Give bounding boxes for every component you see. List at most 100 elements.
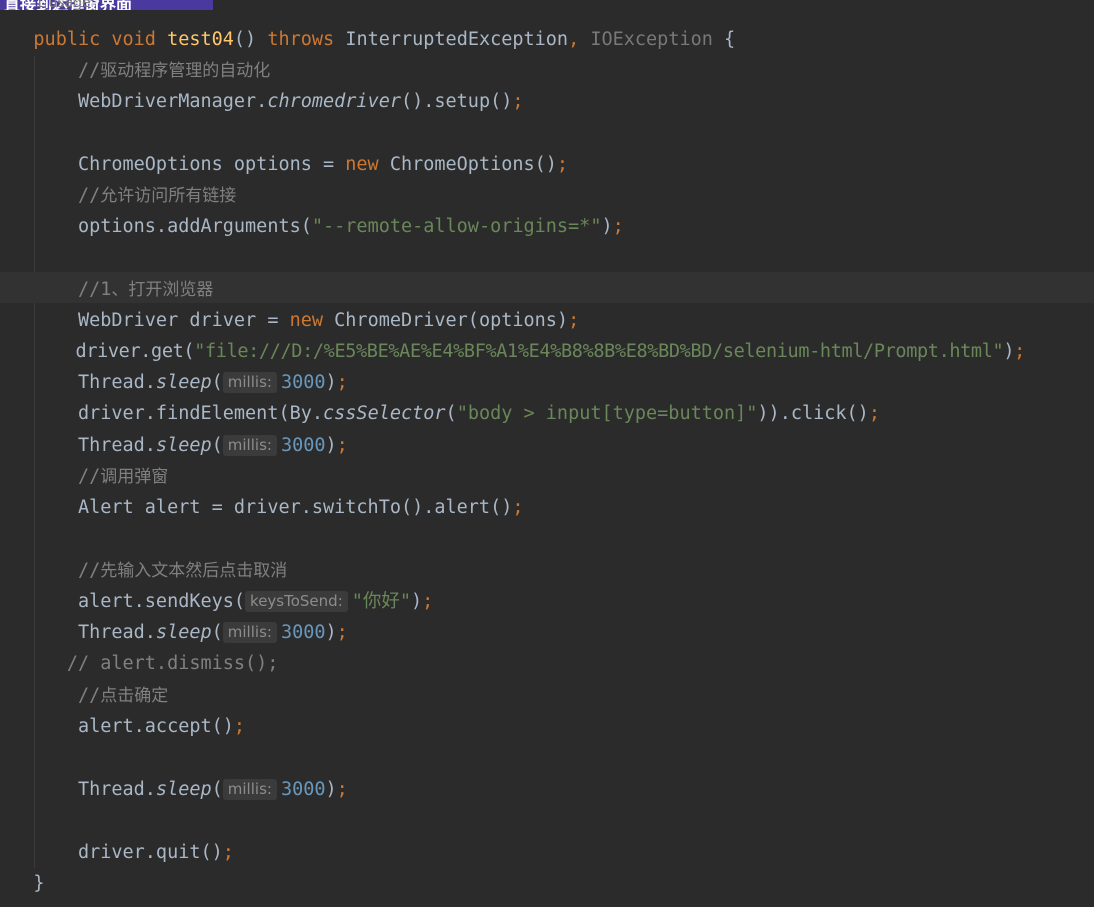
semicolon: ; [612, 216, 624, 237]
comment-text: 调用弹窗 [100, 467, 169, 487]
code-text: ) [325, 372, 337, 393]
code-text: ChromeOptions options = [77, 154, 346, 175]
code-text: ( [211, 622, 223, 643]
code-editor[interactable]: 直接到达弹窗界面 1 usage public void test04() th… [0, 0, 1094, 907]
code-line[interactable]: driver.findElement(By.cssSelector("body … [0, 398, 1094, 429]
closing-brace: } [33, 873, 45, 894]
code-line[interactable]: alert.sendKeys(keysToSend: "你好"); [0, 586, 1094, 617]
code-line[interactable]: WebDriver driver = new ChromeDriver(opti… [0, 305, 1094, 336]
code-text: ().setup() [400, 91, 513, 112]
static-method: cssSelector [323, 403, 446, 424]
comment-text: 驱动程序管理的自动化 [100, 61, 271, 81]
code-line[interactable]: ChromeOptions options = new ChromeOption… [0, 149, 1094, 180]
code-text: InterruptedException [345, 29, 569, 50]
code-line-comment[interactable]: //先输入文本然后点击取消 [0, 555, 1094, 586]
code-line[interactable]: Thread.sleep(millis: 3000); [0, 617, 1094, 648]
code-text: ) [325, 622, 337, 643]
code-text: ) [601, 216, 613, 237]
unused-exception: IOException [590, 29, 713, 50]
code-text: WebDriverManager. [77, 91, 268, 112]
punctuation: , [568, 29, 580, 50]
code-line-comment[interactable]: //调用弹窗 [0, 461, 1094, 492]
code-line[interactable]: driver.get("file:///D:/%E5%BE%AE%E4%BF%A… [0, 336, 1094, 367]
code-text: ( [211, 435, 223, 456]
parameter-hint: millis: [222, 779, 277, 800]
keyword: public [33, 29, 101, 50]
code-line[interactable]: Thread.sleep(millis: 3000); [0, 774, 1094, 805]
code-text: ) [325, 435, 337, 456]
semicolon: ; [868, 403, 880, 424]
code-text: driver.get( [75, 341, 195, 362]
code-line-comment[interactable]: //1、打开浏览器 [0, 274, 1094, 305]
semicolon: ; [422, 591, 434, 612]
code-line-comment[interactable]: //允许访问所有链接 [0, 180, 1094, 211]
code-text: Thread. [77, 622, 156, 643]
semicolon: ; [568, 310, 580, 331]
static-method: sleep [155, 779, 212, 800]
code-text: )).click() [757, 403, 869, 424]
semicolon: ; [512, 91, 524, 112]
semicolon: ; [336, 779, 348, 800]
semicolon: ; [512, 497, 524, 518]
static-method: sleep [155, 435, 212, 456]
code-line-comment[interactable]: //驱动程序管理的自动化 [0, 55, 1094, 86]
code-line-comment[interactable]: // alert.dismiss(); [0, 648, 1094, 679]
semicolon: ; [336, 435, 348, 456]
usage-hint[interactable]: 1 usage [35, 0, 91, 14]
parameter-hint: millis: [222, 622, 277, 643]
parameter-hint: millis: [222, 435, 277, 456]
comment-text: 、打开浏览器 [111, 280, 214, 300]
code-line-comment[interactable]: //点击确定 [0, 680, 1094, 711]
code-text: Alert alert = driver.switchTo().alert() [77, 497, 513, 518]
semicolon: ; [556, 154, 569, 175]
comment-marker: // [77, 685, 101, 706]
comment-text: 点击确定 [100, 686, 169, 706]
code-text: () [233, 29, 257, 50]
static-method: sleep [155, 622, 212, 643]
parameter-hint: keysToSend: [245, 591, 348, 612]
code-text: Thread. [77, 372, 156, 393]
code-line[interactable]: Alert alert = driver.switchTo().alert(); [0, 492, 1094, 523]
keyword: new [345, 154, 379, 175]
keyword: new [289, 310, 324, 331]
number-literal: 3000 [280, 779, 326, 800]
method-name: test04 [167, 29, 234, 50]
comment-marker: // [77, 560, 101, 581]
code-line[interactable]: Thread.sleep(millis: 3000); [0, 367, 1094, 398]
code-line[interactable]: options.addArguments("--remote-allow-ori… [0, 211, 1094, 242]
code-text: ChromeDriver(options) [323, 310, 569, 331]
comment-text: 先输入文本然后点击取消 [100, 561, 288, 581]
string-literal: "file:///D:/%E5%BE%AE%E4%BF%A1%E4%B8%8B%… [194, 341, 1004, 362]
code-text: driver.quit() [77, 842, 223, 863]
string-literal: "body > input[type=button]" [456, 403, 758, 424]
keyword: void [111, 29, 156, 50]
code-text: ( [445, 403, 457, 424]
code-line-close[interactable]: } [0, 868, 1094, 899]
comment-marker: // [77, 466, 101, 487]
comment-marker: // [77, 185, 101, 206]
code-line[interactable]: driver.quit(); [0, 837, 1094, 868]
brace: { [724, 29, 736, 50]
code-line[interactable]: alert.accept(); [0, 711, 1094, 742]
title-banner: 直接到达弹窗界面 [0, 0, 213, 10]
number-literal: 3000 [280, 372, 326, 393]
code-text: alert.sendKeys( [77, 591, 246, 612]
comment-text: 允许访问所有链接 [100, 186, 237, 206]
code-line-signature[interactable]: public void test04() throws InterruptedE… [0, 24, 1094, 55]
parameter-hint: millis: [222, 372, 277, 393]
code-text: options.addArguments( [77, 216, 312, 237]
comment-marker: //1 [77, 279, 112, 300]
code-text: ) [411, 591, 423, 612]
semicolon: ; [222, 842, 234, 863]
static-method: sleep [155, 372, 212, 393]
semicolon: ; [336, 622, 348, 643]
number-literal: 3000 [280, 435, 326, 456]
code-line[interactable]: WebDriverManager.chromedriver().setup(); [0, 86, 1094, 117]
semicolon: ; [1014, 341, 1025, 362]
code-text: Thread. [77, 779, 156, 800]
code-line[interactable]: Thread.sleep(millis: 3000); [0, 430, 1094, 461]
code-text: WebDriver driver = [77, 310, 290, 331]
code-text: ) [325, 779, 337, 800]
code-text: ( [211, 372, 223, 393]
static-method: chromedriver [267, 91, 401, 112]
